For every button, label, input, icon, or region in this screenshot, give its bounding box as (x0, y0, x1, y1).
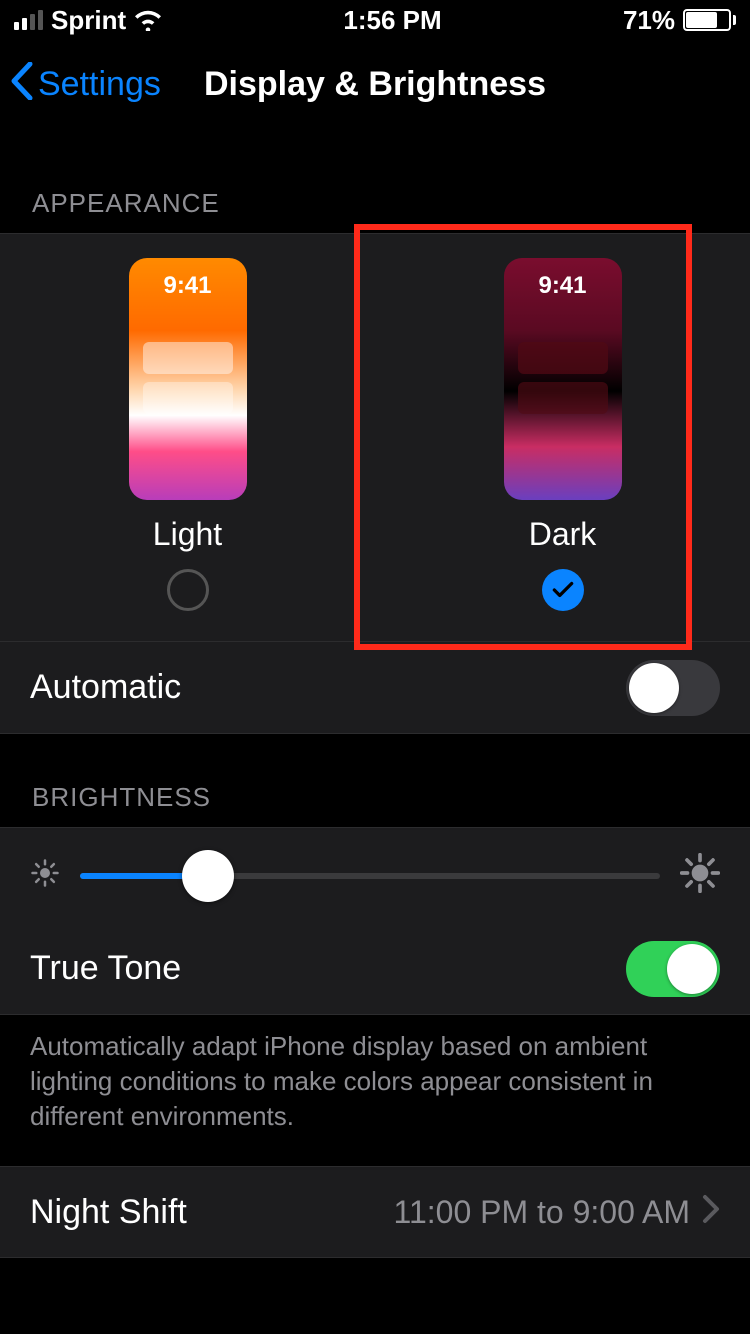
status-time: 1:56 PM (343, 5, 441, 36)
automatic-toggle[interactable] (626, 660, 720, 716)
slider-knob[interactable] (182, 850, 234, 902)
night-shift-detail: 11:00 PM to 9:00 AM (394, 1194, 690, 1231)
night-shift-label: Night Shift (30, 1193, 187, 1232)
page-title: Display & Brightness (204, 65, 546, 104)
checkmark-icon (550, 577, 576, 603)
battery-icon (683, 9, 736, 31)
preview-time: 9:41 (504, 272, 622, 300)
sun-large-icon (680, 853, 720, 898)
wifi-icon (134, 9, 162, 31)
section-header-brightness: BRIGHTNESS (0, 734, 750, 827)
status-left: Sprint (14, 5, 162, 36)
true-tone-label: True Tone (30, 949, 181, 988)
status-bar: Sprint 1:56 PM 71% (0, 0, 750, 40)
cellular-signal-icon (14, 10, 43, 30)
appearance-option-dark[interactable]: 9:41 Dark (375, 258, 750, 611)
dark-mode-preview: 9:41 (504, 258, 622, 500)
light-label: Light (153, 516, 222, 553)
light-mode-preview: 9:41 (129, 258, 247, 500)
brightness-slider[interactable] (80, 873, 660, 879)
nav-bar: Settings Display & Brightness (0, 40, 750, 128)
back-button[interactable]: Settings (0, 62, 161, 107)
true-tone-description: Automatically adapt iPhone display based… (0, 1015, 750, 1166)
appearance-panel: 9:41 Light 9:41 Dark (0, 233, 750, 642)
dark-radio[interactable] (542, 569, 584, 611)
chevron-right-icon (702, 1191, 720, 1233)
brightness-slider-row (0, 827, 750, 923)
battery-percent: 71% (623, 5, 675, 36)
preview-time: 9:41 (129, 272, 247, 300)
carrier-label: Sprint (51, 5, 126, 36)
light-radio[interactable] (167, 569, 209, 611)
dark-label: Dark (529, 516, 597, 553)
automatic-row[interactable]: Automatic (0, 642, 750, 734)
sun-small-icon (30, 858, 60, 893)
night-shift-row[interactable]: Night Shift 11:00 PM to 9:00 AM (0, 1166, 750, 1258)
chevron-left-icon (10, 62, 34, 107)
true-tone-toggle[interactable] (626, 941, 720, 997)
appearance-option-light[interactable]: 9:41 Light (0, 258, 375, 611)
back-label: Settings (38, 65, 161, 104)
true-tone-row[interactable]: True Tone (0, 923, 750, 1015)
section-header-appearance: APPEARANCE (0, 128, 750, 233)
status-right: 71% (623, 5, 736, 36)
automatic-label: Automatic (30, 668, 181, 707)
